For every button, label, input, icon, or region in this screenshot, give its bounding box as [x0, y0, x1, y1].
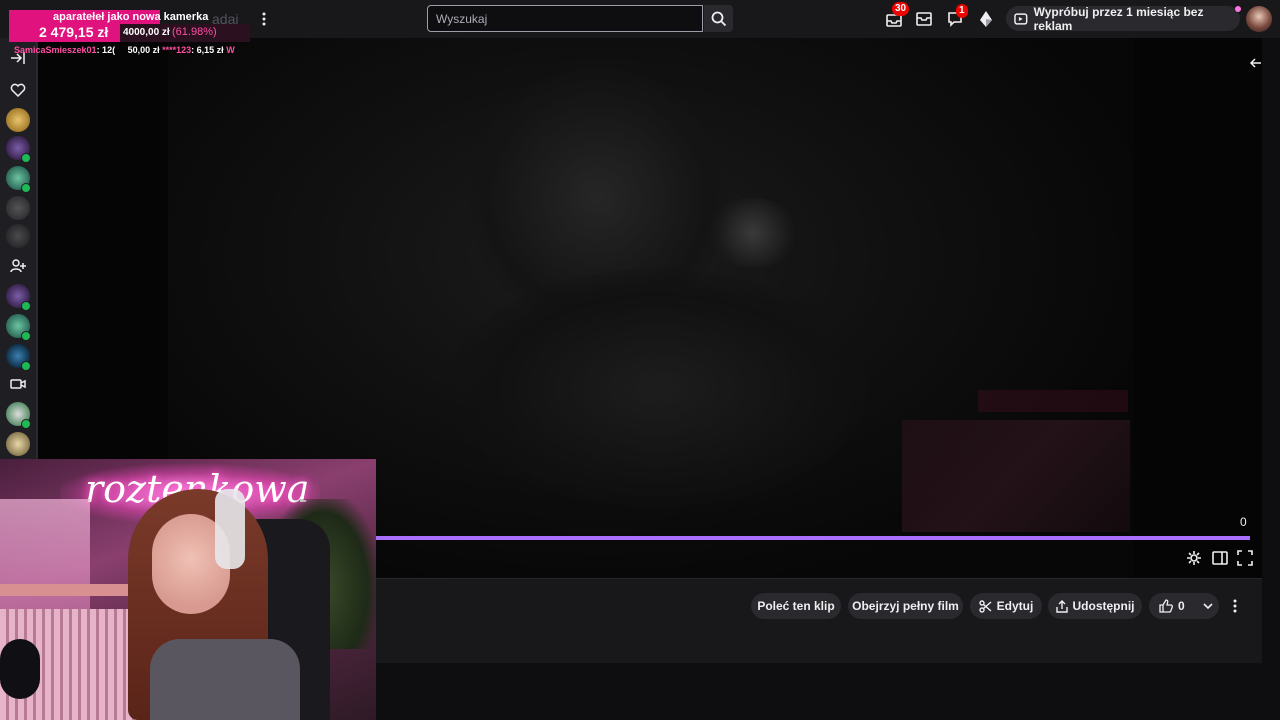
search-input[interactable] [427, 5, 703, 32]
ticker-name: ****123 [162, 45, 192, 55]
recommended-icon [6, 254, 30, 278]
watch-full-video-button[interactable]: Obejrzyj pełny film [848, 593, 963, 619]
mail-icon [916, 12, 932, 26]
goal-percent: (61.98%) [172, 26, 217, 38]
notifications-button[interactable]: 30 [884, 2, 910, 28]
goal-title: aparatełeł jako nowa kamerka [53, 11, 209, 23]
goal-current-amount: 2 479,15 zł [39, 24, 109, 40]
followed-heart-icon [6, 78, 30, 102]
fullscreen-icon[interactable] [1237, 550, 1255, 568]
streamer-webcam: roztenkowa [0, 459, 376, 720]
like-button[interactable]: 0 [1149, 593, 1219, 619]
settings-gear-icon[interactable] [1186, 550, 1204, 568]
prime-trial-button[interactable]: Wypróbuj przez 1 miesiąc bez reklam [1006, 4, 1240, 33]
live-indicator [21, 419, 31, 429]
channel-avatar[interactable] [6, 108, 30, 132]
live-indicator [21, 361, 31, 371]
live-indicator [21, 153, 31, 163]
ticker-name: W [226, 45, 235, 55]
bits-icon [980, 11, 992, 27]
clip-action-bar [376, 578, 1262, 663]
channel-avatar[interactable] [6, 432, 30, 456]
ticker-amount: 50,00 zł [127, 45, 160, 55]
recommend-clip-label: Poleć ten klip [757, 599, 835, 613]
thumbs-up-icon [1159, 599, 1173, 613]
scissors-icon [978, 599, 992, 613]
ticker-name: SamicaSmieszek01 [14, 45, 97, 55]
microphone [0, 639, 40, 699]
channel-avatar[interactable] [6, 196, 30, 220]
user-avatar[interactable] [1246, 6, 1272, 32]
right-gutter [1262, 38, 1280, 720]
watch-full-video-label: Obejrzyj pełny film [852, 599, 959, 613]
ghost-webcam [902, 420, 1130, 532]
playback-progress-bar[interactable] [376, 536, 1250, 540]
search-icon [711, 11, 726, 26]
live-indicator [21, 301, 31, 311]
donation-ticker: SamicaSmieszek01: 12( 50,00 zł ****123: … [14, 45, 248, 59]
live-indicator [21, 331, 31, 341]
more-options-icon[interactable] [1229, 597, 1241, 615]
video-camera-icon [6, 372, 30, 396]
whispers-badge: 1 [956, 4, 968, 18]
dim-shape [448, 268, 868, 508]
theatre-mode-icon[interactable] [1212, 550, 1230, 568]
share-label: Udostępnij [1072, 599, 1135, 613]
prime-trial-label: Wypróbuj przez 1 miesiąc bez reklam [1033, 4, 1204, 33]
goal-target-amount: 4000,00 zł [123, 27, 170, 38]
share-icon [1055, 599, 1068, 613]
playback-time: 0 [1240, 515, 1247, 529]
ghost-overlay-bar [978, 390, 1128, 412]
notifications-badge: 30 [892, 2, 910, 16]
ticker-amount: : 6,15 zł [191, 45, 224, 55]
collapse-chat-icon[interactable] [1248, 56, 1262, 70]
channel-avatar[interactable] [6, 224, 30, 248]
live-indicator [21, 183, 31, 193]
ad-free-icon [1014, 12, 1028, 25]
like-count: 0 [1178, 599, 1185, 613]
share-button[interactable]: Udostępnij [1048, 593, 1142, 619]
headphones [215, 489, 245, 569]
chevron-down-icon[interactable] [1203, 602, 1213, 610]
edit-clip-label: Edytuj [996, 599, 1034, 613]
search-button[interactable] [704, 5, 733, 32]
more-menu-icon[interactable] [256, 8, 272, 30]
whispers-button[interactable]: 1 [946, 4, 968, 30]
ticker-amount: : 12( [96, 45, 116, 55]
avatar-notification-dot [1235, 6, 1241, 12]
dim-shape [708, 198, 798, 268]
recommend-clip-button[interactable]: Poleć ten klip [751, 593, 841, 619]
edit-clip-button[interactable]: Edytuj [970, 593, 1042, 619]
streamer-sweater [150, 639, 300, 720]
inbox-button[interactable] [915, 10, 935, 30]
bits-button[interactable] [978, 10, 996, 28]
